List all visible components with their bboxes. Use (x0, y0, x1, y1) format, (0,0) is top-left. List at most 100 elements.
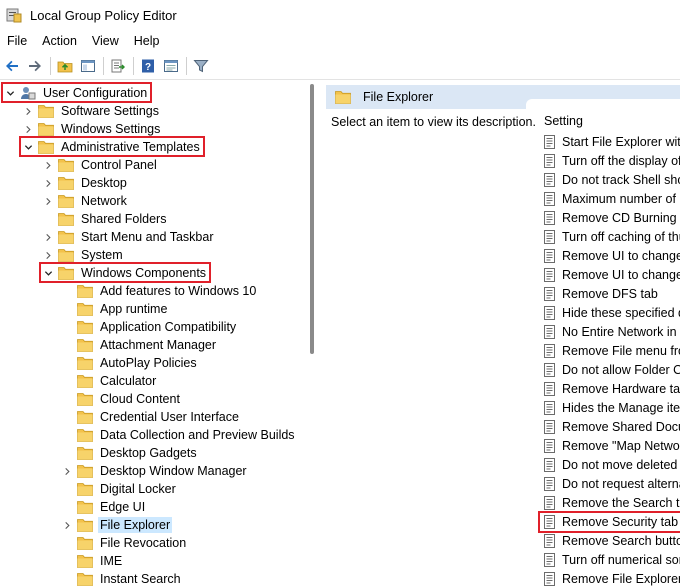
policy-setting-icon (543, 306, 557, 320)
menu-action[interactable]: Action (35, 34, 85, 48)
chevron-right-icon[interactable] (22, 105, 34, 117)
setting-label: No Entire Network in N (562, 325, 680, 339)
folder-icon (77, 356, 93, 370)
tree-item-label: Shared Folders (81, 212, 167, 226)
tree-item[interactable]: Control Panel (42, 156, 159, 174)
export-list-icon[interactable] (108, 56, 128, 76)
tree-item[interactable]: Edge UI (61, 498, 147, 516)
toolbar-divider (0, 79, 680, 80)
menu-view[interactable]: View (85, 34, 127, 48)
tree-item[interactable]: Attachment Manager (61, 336, 218, 354)
policy-setting-icon (543, 496, 557, 510)
folder-icon (38, 122, 54, 136)
setting-row[interactable]: Remove Hardware tab (543, 380, 680, 398)
setting-label: Remove UI to change k (562, 268, 680, 282)
tree-scrollbar-thumb[interactable] (310, 84, 314, 354)
show-hide-tree-icon[interactable] (78, 56, 98, 76)
policy-setting-icon (543, 420, 557, 434)
tree-item[interactable]: Digital Locker (61, 480, 178, 498)
setting-row[interactable]: Do not allow Folder Op (543, 361, 680, 379)
tree-item-label: Desktop Gadgets (100, 446, 197, 460)
chevron-right-icon[interactable] (61, 465, 73, 477)
setting-row[interactable]: Remove UI to change k (543, 266, 680, 284)
setting-row[interactable]: No Entire Network in N (543, 323, 680, 341)
setting-label: Do not track Shell shor (562, 173, 680, 187)
setting-row[interactable]: Remove CD Burning fe (543, 209, 680, 227)
setting-row[interactable]: Start File Explorer with (543, 133, 680, 151)
setting-row[interactable]: Turn off numerical sort (543, 551, 680, 569)
tree-item-label: Start Menu and Taskbar (81, 230, 214, 244)
policy-setting-icon (543, 268, 557, 282)
chevron-right-icon[interactable] (22, 123, 34, 135)
policy-setting-icon (543, 154, 557, 168)
setting-row[interactable]: Remove File Explorer's (543, 570, 680, 588)
setting-row[interactable]: Remove the Search the (543, 494, 680, 512)
setting-row[interactable]: Remove Search button (543, 532, 680, 550)
setting-row[interactable]: Maximum number of r (543, 190, 680, 208)
chevron-right-icon[interactable] (42, 231, 54, 243)
setting-row[interactable]: Remove "Map Network (543, 437, 680, 455)
chevron-right-icon[interactable] (42, 249, 54, 261)
filter-icon[interactable] (191, 56, 211, 76)
tree-item[interactable]: Desktop Gadgets (61, 444, 199, 462)
tree-item[interactable]: IME (61, 552, 124, 570)
back-icon[interactable] (2, 56, 22, 76)
setting-label: Hides the Manage item (562, 401, 680, 415)
tree-item[interactable]: Desktop (42, 174, 129, 192)
setting-row[interactable]: Hides the Manage item (543, 399, 680, 417)
setting-row[interactable]: Remove UI to change r (543, 247, 680, 265)
policy-setting-icon (543, 135, 557, 149)
extended-tab-edge (526, 99, 680, 109)
folder-icon (77, 446, 93, 460)
tree-item[interactable]: Shared Folders (42, 210, 168, 228)
tree-item-label: Desktop Window Manager (100, 464, 247, 478)
tree-item[interactable]: Calculator (61, 372, 158, 390)
tree-item[interactable]: Software Settings (22, 102, 161, 120)
tree-item[interactable]: Data Collection and Preview Builds (61, 426, 297, 444)
tree-item[interactable]: File Explorer (61, 516, 173, 534)
setting-row[interactable]: Remove DFS tab (543, 285, 658, 303)
menu-file[interactable]: File (0, 34, 35, 48)
setting-column-header[interactable]: Setting (544, 114, 583, 128)
policy-setting-icon (543, 553, 557, 567)
tree-item[interactable]: Credential User Interface (61, 408, 241, 426)
tree-item[interactable]: Start Menu and Taskbar (42, 228, 215, 246)
setting-row[interactable]: Do not track Shell shor (543, 171, 680, 189)
properties-icon[interactable] (161, 56, 181, 76)
tree-item[interactable]: Application Compatibility (61, 318, 238, 336)
setting-row[interactable]: Turn off the display of s (543, 152, 680, 170)
setting-row[interactable]: Do not request alternat (543, 475, 680, 493)
tree-item[interactable]: Instant Search (61, 570, 183, 588)
help-icon[interactable]: ? (138, 56, 158, 76)
chevron-right-icon[interactable] (42, 195, 54, 207)
up-folder-icon[interactable] (55, 56, 75, 76)
setting-label: Remove DFS tab (562, 287, 658, 301)
tree-item[interactable]: AutoPlay Policies (61, 354, 199, 372)
setting-row[interactable]: Turn off caching of thu (543, 228, 680, 246)
highlight-box (1, 82, 152, 103)
chevron-right-icon[interactable] (42, 177, 54, 189)
forward-icon[interactable] (25, 56, 45, 76)
tree-item[interactable]: File Revocation (61, 534, 188, 552)
setting-row[interactable]: Remove Shared Docum (543, 418, 680, 436)
setting-label: Remove Search button (562, 534, 680, 548)
setting-row[interactable]: Hide these specified dr (543, 304, 680, 322)
chevron-right-icon[interactable] (61, 519, 73, 531)
tree-item[interactable]: Cloud Content (61, 390, 182, 408)
setting-row[interactable]: Do not move deleted fi (543, 456, 680, 474)
chevron-right-icon[interactable] (42, 159, 54, 171)
policy-setting-icon (543, 572, 557, 586)
setting-row[interactable]: Remove File menu fron (543, 342, 680, 360)
tree-item[interactable]: Desktop Window Manager (61, 462, 249, 480)
tree-item[interactable]: Add features to Windows 10 (61, 282, 258, 300)
menu-help[interactable]: Help (127, 34, 168, 48)
setting-label: Turn off the display of s (562, 154, 680, 168)
console-tree: User Configuration Software Settings Windo… (0, 82, 320, 588)
folder-icon (77, 464, 93, 478)
tree-item[interactable]: App runtime (61, 300, 169, 318)
tree-item[interactable]: Network (42, 192, 129, 210)
